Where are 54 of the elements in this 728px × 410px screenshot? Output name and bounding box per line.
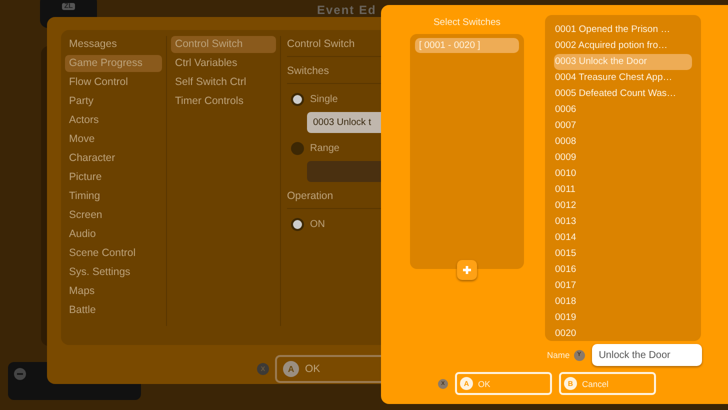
switch-item[interactable]: 0003 Unlock the Door [554, 54, 692, 70]
command-item[interactable]: Ctrl Variables [171, 55, 276, 72]
command-item[interactable]: Control Switch [171, 36, 276, 53]
switch-item[interactable]: 0009 [554, 150, 692, 166]
switch-item[interactable]: 0010 [554, 166, 692, 182]
category-item[interactable]: Maps [65, 283, 162, 300]
switch-item[interactable]: 0017 [554, 278, 692, 294]
radio-button[interactable] [291, 92, 304, 106]
category-item[interactable]: Game Progress [65, 55, 162, 72]
plus-icon [462, 265, 472, 275]
category-item[interactable]: Picture [65, 169, 162, 186]
add-button[interactable] [457, 260, 477, 280]
category-item[interactable]: Messages [65, 36, 162, 53]
name-field[interactable]: Unlock the Door [592, 344, 702, 366]
category-item[interactable]: Character [65, 150, 162, 167]
switch-item[interactable]: 0012 [554, 198, 692, 214]
switch-item[interactable]: 0007 [554, 118, 692, 134]
command-item[interactable]: Timer Controls [171, 93, 276, 110]
command-item[interactable]: Self Switch Ctrl [171, 74, 276, 91]
group-item[interactable]: [ 0001 - 0020 ] [415, 38, 519, 53]
radio-label: ON [310, 218, 325, 230]
a-key-icon: A [283, 361, 299, 377]
editor-title: Event Ed [317, 3, 376, 17]
switch-item[interactable]: 0020 [554, 326, 692, 342]
switch-item[interactable]: 0006 [554, 102, 692, 118]
category-item[interactable]: Actors [65, 112, 162, 129]
switch-item[interactable]: 0019 [554, 310, 692, 326]
category-item[interactable]: Move [65, 131, 162, 148]
switch-item[interactable]: 0016 [554, 262, 692, 278]
radio-label: Range [310, 142, 340, 154]
minus-icon [14, 368, 26, 380]
category-item[interactable]: Screen [65, 207, 162, 224]
category-item[interactable]: Flow Control [65, 74, 162, 91]
switch-item[interactable]: 0018 [554, 294, 692, 310]
category-item[interactable]: Audio [65, 226, 162, 243]
switch-item[interactable]: 0004 Treasure Chest App… [554, 70, 692, 86]
switch-item[interactable]: 0011 [554, 182, 692, 198]
switch-item[interactable]: 0013 [554, 214, 692, 230]
radio-button[interactable] [291, 142, 304, 154]
name-label: Name [547, 350, 570, 360]
switch-item[interactable]: 0002 Acquired potion fro… [554, 38, 692, 54]
switch-item[interactable]: 0005 Defeated Count Was… [554, 86, 692, 102]
switch-item[interactable]: 0014 [554, 230, 692, 246]
category-item[interactable]: Scene Control [65, 245, 162, 262]
category-item[interactable]: Party [65, 93, 162, 110]
category-item[interactable]: Sys. Settings [65, 264, 162, 281]
switch-item[interactable]: 0001 Opened the Prison … [554, 22, 692, 38]
radio-label: Single [310, 94, 338, 104]
radio-button[interactable] [291, 218, 304, 230]
switch-item[interactable]: 0015 [554, 246, 692, 262]
category-item[interactable]: Battle [65, 302, 162, 319]
category-item[interactable]: Timing [65, 188, 162, 205]
dialog-title: Select Switches [433, 16, 501, 30]
switch-item[interactable]: 0008 [554, 134, 692, 150]
